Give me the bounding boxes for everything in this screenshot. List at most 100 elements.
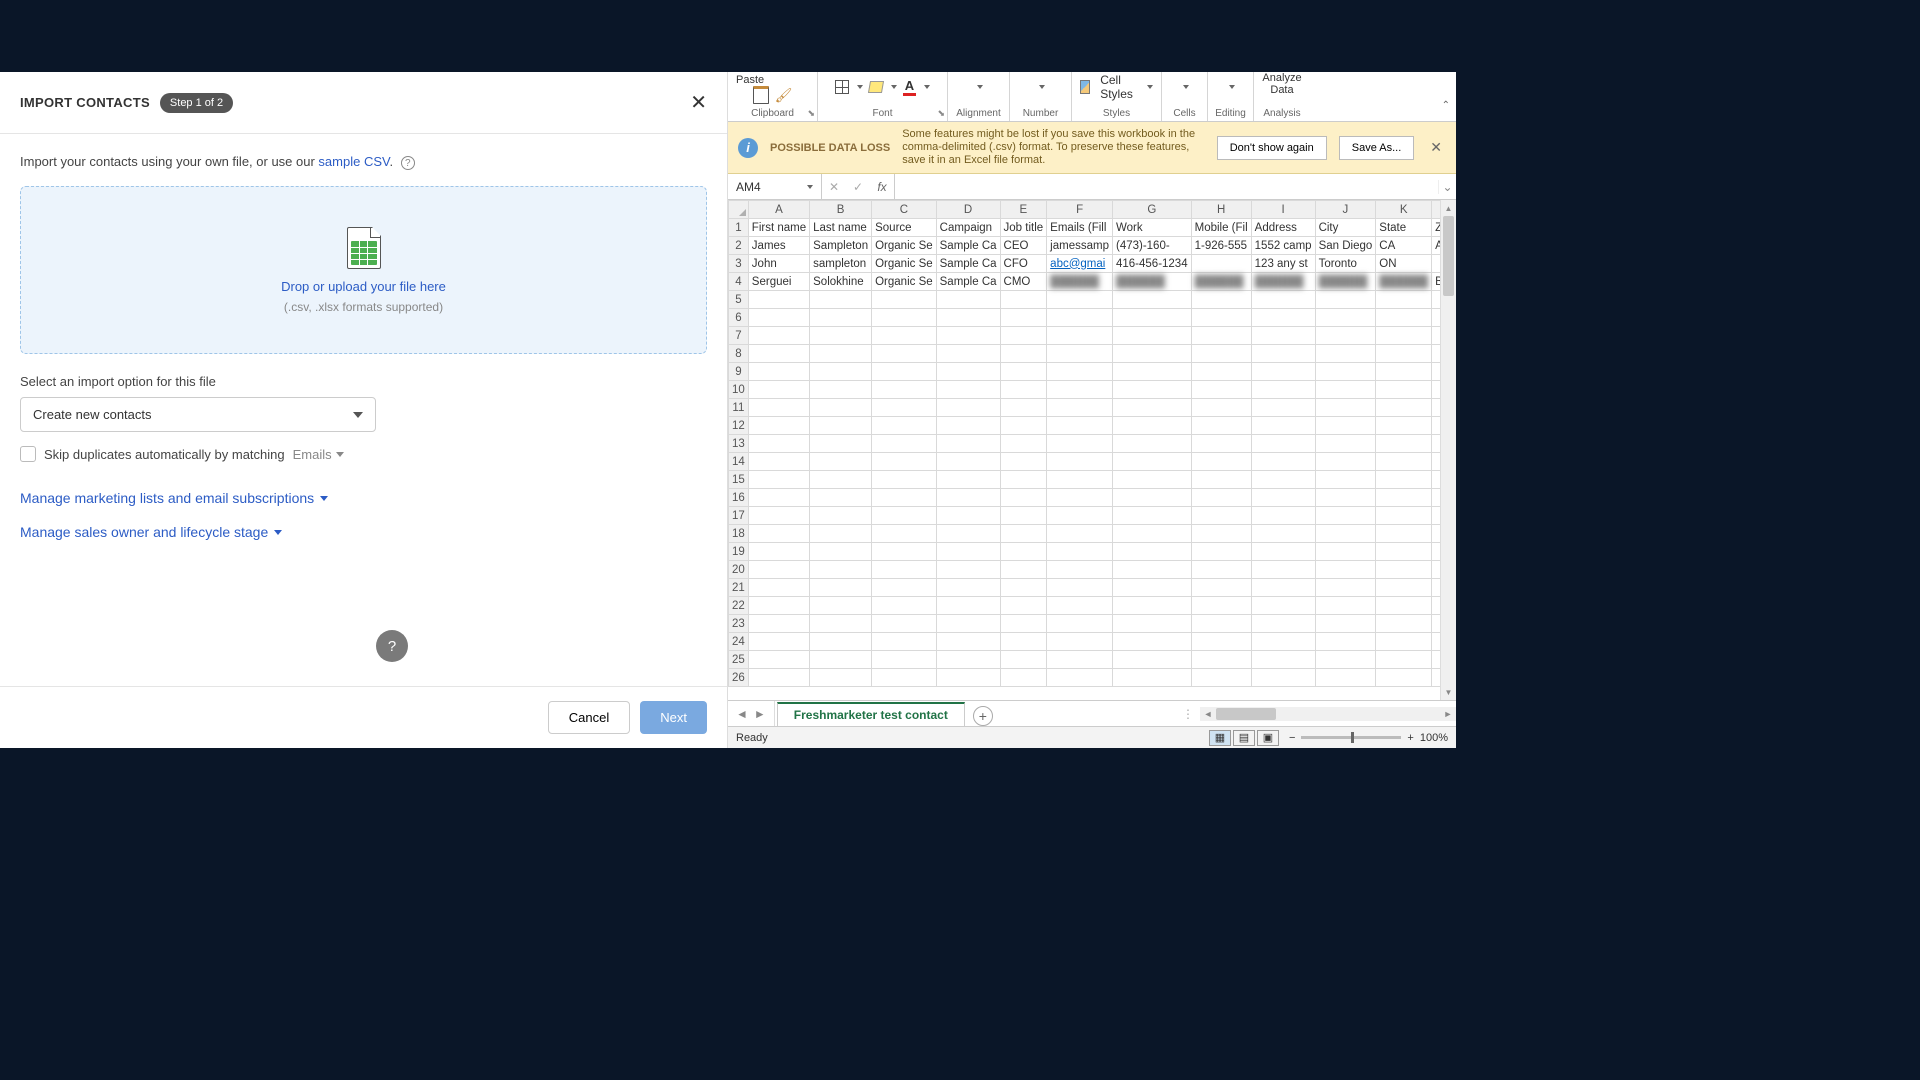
prev-sheet-icon[interactable]: ◄ xyxy=(736,707,748,721)
fill-color-icon[interactable] xyxy=(868,81,884,93)
cell[interactable] xyxy=(872,471,937,489)
cell[interactable] xyxy=(1376,543,1432,561)
vertical-scrollbar[interactable]: ▲ ▼ xyxy=(1440,200,1456,700)
cell[interactable] xyxy=(1251,651,1315,669)
sheet-grid[interactable]: ABCDEFGHIJKL1First nameLast nameSourceCa… xyxy=(728,200,1440,700)
cell[interactable]: ██████ xyxy=(1315,273,1376,291)
cell[interactable]: ON xyxy=(1376,255,1432,273)
cell[interactable] xyxy=(1112,561,1191,579)
cell[interactable] xyxy=(1251,309,1315,327)
cell[interactable] xyxy=(1000,651,1047,669)
cell[interactable] xyxy=(1000,291,1047,309)
cell[interactable] xyxy=(1191,345,1251,363)
page-break-view-icon[interactable]: ▣ xyxy=(1257,730,1279,746)
zoom-out-icon[interactable]: − xyxy=(1289,732,1295,744)
cell[interactable]: John xyxy=(748,255,809,273)
cell[interactable] xyxy=(1376,399,1432,417)
row-header[interactable]: 26 xyxy=(729,669,749,687)
row-header[interactable]: 11 xyxy=(729,399,749,417)
cell[interactable] xyxy=(1432,417,1440,435)
row-header[interactable]: 19 xyxy=(729,543,749,561)
cell[interactable] xyxy=(810,363,872,381)
cell[interactable] xyxy=(1251,363,1315,381)
row-header[interactable]: 9 xyxy=(729,363,749,381)
column-header[interactable]: G xyxy=(1112,201,1191,219)
cell[interactable] xyxy=(1376,525,1432,543)
cell[interactable] xyxy=(1315,507,1376,525)
cell[interactable] xyxy=(748,633,809,651)
cell[interactable] xyxy=(1047,525,1113,543)
cell[interactable] xyxy=(1376,345,1432,363)
cell[interactable] xyxy=(872,327,937,345)
cell[interactable] xyxy=(810,471,872,489)
cell[interactable] xyxy=(1315,417,1376,435)
cell[interactable] xyxy=(1315,381,1376,399)
cell[interactable] xyxy=(1047,489,1113,507)
cell[interactable] xyxy=(810,417,872,435)
cell[interactable] xyxy=(936,417,1000,435)
cell[interactable] xyxy=(1047,291,1113,309)
cell[interactable] xyxy=(1251,471,1315,489)
cell[interactable] xyxy=(1432,489,1440,507)
cell[interactable] xyxy=(748,651,809,669)
cell[interactable] xyxy=(936,381,1000,399)
cell[interactable] xyxy=(936,561,1000,579)
cell[interactable] xyxy=(1000,399,1047,417)
cell[interactable]: CFO xyxy=(1000,255,1047,273)
cell[interactable] xyxy=(748,417,809,435)
cell[interactable] xyxy=(1376,615,1432,633)
cell[interactable]: Sample Ca xyxy=(936,273,1000,291)
cell[interactable] xyxy=(1000,381,1047,399)
column-header[interactable]: B xyxy=(810,201,872,219)
cell[interactable] xyxy=(1251,597,1315,615)
cell[interactable]: Campaign xyxy=(936,219,1000,237)
cell[interactable] xyxy=(872,291,937,309)
cell[interactable] xyxy=(936,363,1000,381)
zoom-in-icon[interactable]: + xyxy=(1407,732,1413,744)
cell[interactable] xyxy=(810,399,872,417)
cell[interactable] xyxy=(1000,543,1047,561)
row-header[interactable]: 10 xyxy=(729,381,749,399)
cell[interactable] xyxy=(1432,561,1440,579)
cell[interactable] xyxy=(810,381,872,399)
cell[interactable] xyxy=(1191,579,1251,597)
cell[interactable] xyxy=(1191,543,1251,561)
cell[interactable] xyxy=(1112,525,1191,543)
cell[interactable] xyxy=(1000,579,1047,597)
cell[interactable] xyxy=(1376,579,1432,597)
add-sheet-button[interactable]: + xyxy=(973,706,993,726)
row-header[interactable]: 2 xyxy=(729,237,749,255)
cell[interactable]: Organic Se xyxy=(872,237,937,255)
cell[interactable]: CEO xyxy=(1000,237,1047,255)
cell[interactable] xyxy=(1191,615,1251,633)
cell[interactable] xyxy=(1000,345,1047,363)
cell-styles-button[interactable]: Cell Styles xyxy=(1100,73,1139,101)
cell[interactable] xyxy=(1315,399,1376,417)
row-header[interactable]: 17 xyxy=(729,507,749,525)
cell[interactable] xyxy=(1191,363,1251,381)
cell[interactable] xyxy=(1251,507,1315,525)
cell[interactable]: 123 any st xyxy=(1251,255,1315,273)
cell[interactable] xyxy=(872,525,937,543)
cell[interactable] xyxy=(1376,507,1432,525)
close-icon[interactable]: ✕ xyxy=(690,90,707,115)
clipboard-icon[interactable] xyxy=(753,86,769,104)
cell[interactable] xyxy=(936,453,1000,471)
cell[interactable]: ██████ xyxy=(1376,273,1432,291)
collapse-ribbon-icon[interactable]: ⌃ xyxy=(1442,100,1450,111)
cell[interactable]: Organic Se xyxy=(872,255,937,273)
cell[interactable] xyxy=(810,435,872,453)
dialog-launcher-icon[interactable]: ⬊ xyxy=(937,108,945,119)
cell[interactable]: Organic Se xyxy=(872,273,937,291)
help-fab-button[interactable]: ? xyxy=(376,630,408,662)
cell[interactable] xyxy=(1191,435,1251,453)
cell[interactable] xyxy=(1432,507,1440,525)
cell[interactable] xyxy=(1112,309,1191,327)
cell[interactable] xyxy=(1112,651,1191,669)
cell[interactable] xyxy=(748,399,809,417)
row-header[interactable]: 16 xyxy=(729,489,749,507)
cell[interactable] xyxy=(936,507,1000,525)
column-header[interactable]: K xyxy=(1376,201,1432,219)
paste-button[interactable]: Paste xyxy=(736,74,764,86)
cell[interactable] xyxy=(748,309,809,327)
